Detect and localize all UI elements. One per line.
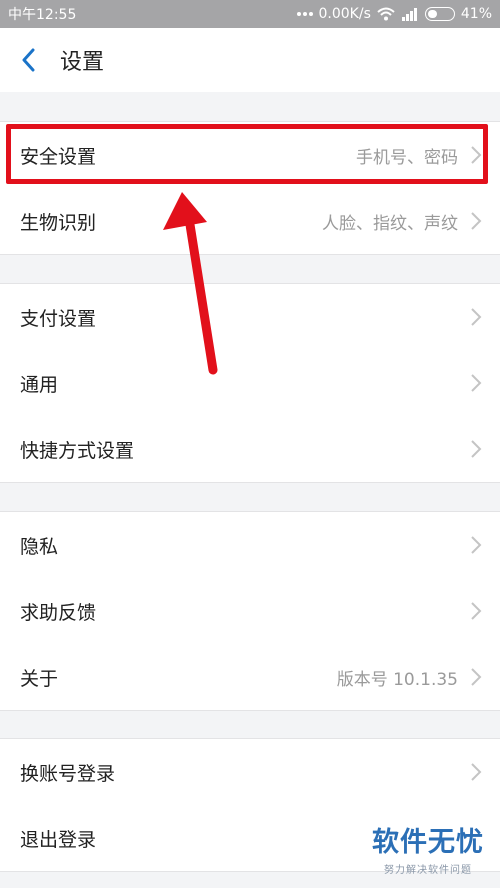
row-label: 支付设置 <box>20 307 97 330</box>
row-label: 求助反馈 <box>20 601 97 624</box>
settings-group-general: 支付设置 通用 快捷方式设置 <box>0 283 500 483</box>
row-value: 人脸、指纹、声纹 <box>322 213 458 234</box>
row-help-feedback[interactable]: 求助反馈 <box>0 578 500 644</box>
row-general[interactable]: 通用 <box>0 350 500 416</box>
row-value: 版本号 10.1.35 <box>336 669 458 690</box>
chevron-right-icon <box>470 307 482 327</box>
more-dots-icon <box>296 11 313 17</box>
chevron-right-icon <box>470 373 482 393</box>
watermark-subtitle: 努力解决软件问题 <box>384 865 472 876</box>
row-value: 手机号、密码 <box>356 147 458 168</box>
settings-group-security: 安全设置 手机号、密码 生物识别 人脸、指纹、声纹 <box>0 121 500 255</box>
row-label: 安全设置 <box>20 145 97 168</box>
chevron-right-icon <box>470 211 482 231</box>
watermark-title: 软件无忧 <box>372 827 484 858</box>
row-about[interactable]: 关于 版本号 10.1.35 <box>0 644 500 710</box>
wifi-icon <box>377 7 395 21</box>
row-label: 关于 <box>20 667 59 690</box>
signal-icon <box>401 7 419 21</box>
row-label: 快捷方式设置 <box>20 439 135 462</box>
row-label: 通用 <box>20 373 59 396</box>
battery-percent: 41% <box>460 6 492 22</box>
watermark-logo: 软件无忧 努力解决软件问题 <box>372 820 484 876</box>
back-arrow-icon <box>22 48 35 72</box>
back-button[interactable] <box>16 48 40 72</box>
battery-icon <box>424 7 455 21</box>
battery-level <box>427 10 437 18</box>
app-bar: 设置 <box>0 28 500 92</box>
row-label: 生物识别 <box>20 211 97 234</box>
row-label: 换账号登录 <box>20 762 116 785</box>
chevron-right-icon <box>470 762 482 782</box>
row-payment-settings[interactable]: 支付设置 <box>0 284 500 350</box>
chevron-right-icon <box>470 145 482 165</box>
row-switch-account[interactable]: 换账号登录 <box>0 739 500 805</box>
settings-group-about: 隐私 求助反馈 关于 版本号 10.1.35 <box>0 511 500 711</box>
row-shortcut-settings[interactable]: 快捷方式设置 <box>0 416 500 482</box>
status-right: 0.00K/s 41% <box>296 6 492 22</box>
chevron-right-icon <box>470 439 482 459</box>
row-label: 隐私 <box>20 535 59 558</box>
chevron-right-icon <box>470 667 482 687</box>
row-biometrics[interactable]: 生物识别 人脸、指纹、声纹 <box>0 188 500 254</box>
row-security-settings[interactable]: 安全设置 手机号、密码 <box>0 122 500 188</box>
chevron-right-icon <box>470 535 482 555</box>
network-speed: 0.00K/s <box>318 6 371 22</box>
chevron-right-icon <box>470 601 482 621</box>
row-privacy[interactable]: 隐私 <box>0 512 500 578</box>
status-time: 中午12:55 <box>8 7 77 23</box>
page-title: 设置 <box>60 50 105 75</box>
status-bar: 中午12:55 0.00K/s 41% <box>0 0 500 28</box>
